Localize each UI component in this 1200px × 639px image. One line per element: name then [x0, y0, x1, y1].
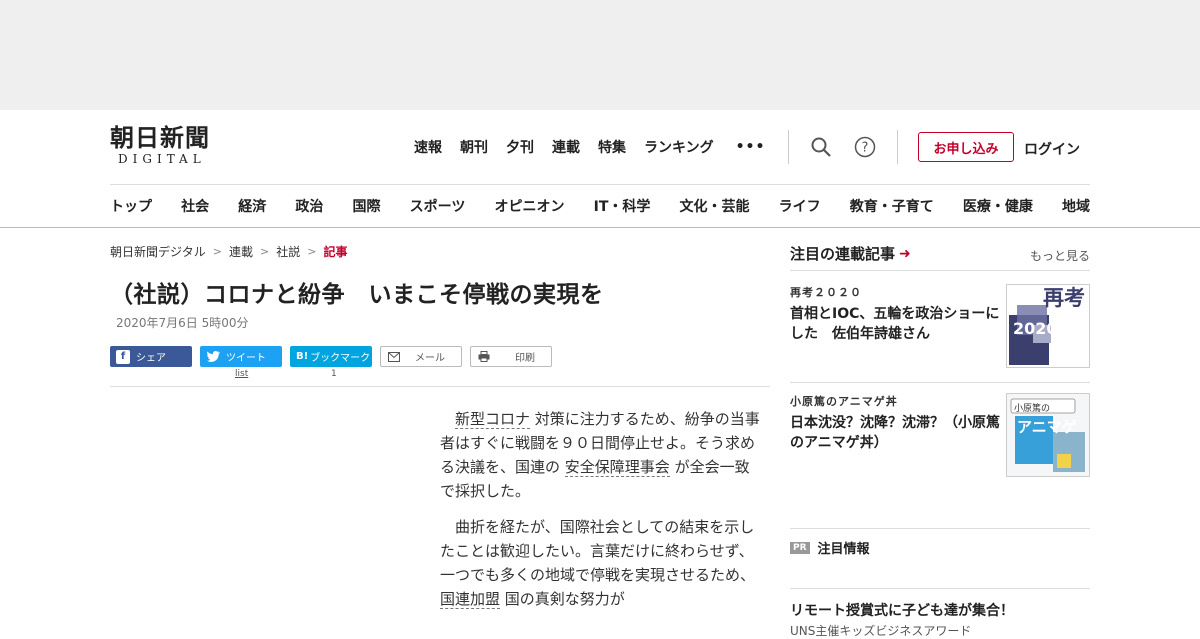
category-education[interactable]: 教育・子育て — [850, 196, 934, 216]
breadcrumb-home[interactable]: 朝日新聞デジタル — [110, 243, 206, 260]
subscribe-button[interactable]: お申し込み — [918, 132, 1014, 162]
envelope-icon — [387, 350, 401, 364]
breadcrumb-editorial[interactable]: 社説 — [276, 243, 300, 260]
breadcrumb: 朝日新聞デジタル > 連載 > 社説 > 記事 — [110, 243, 347, 260]
category-navigation: トップ 社会 経済 政治 国際 スポーツ オピニオン IT・科学 文化・芸能 ラ… — [110, 196, 1090, 216]
logo-japanese: 朝日新聞 — [110, 123, 210, 152]
sidebar-divider — [790, 528, 1090, 529]
category-international[interactable]: 国際 — [353, 196, 381, 216]
print-label: 印刷 — [515, 353, 535, 364]
category-society[interactable]: 社会 — [181, 196, 209, 216]
hatena-bookmark-button[interactable]: B! ブックマーク — [290, 346, 372, 367]
featured-series-header: 注目の連載記事 ➜ もっと見る — [790, 243, 1090, 271]
breadcrumb-series[interactable]: 連載 — [229, 243, 253, 260]
nav-divider — [110, 184, 1090, 185]
facebook-icon: f — [116, 349, 130, 364]
article-date: 2020年7月6日 5時00分 — [116, 316, 249, 330]
logo-english: DIGITAL — [118, 152, 206, 166]
keyword-link[interactable]: 新型コロナ — [455, 410, 531, 429]
pr-section-header: PR 注目情報 — [790, 538, 870, 557]
thumbnail-text: 再考 — [1043, 285, 1085, 310]
see-more-link[interactable]: もっと見る — [1030, 247, 1090, 264]
category-sports[interactable]: スポーツ — [410, 196, 466, 216]
category-top[interactable]: トップ — [110, 196, 152, 216]
featured-article-card[interactable]: 再考２０２０ 首相とIOC、五輪を政治ショーにした 佐伯年詩雄さん 再考 202… — [790, 284, 1090, 368]
article-title: （社説）コロナと紛争 いまこそ停戦の実現を — [110, 282, 604, 308]
category-health[interactable]: 医療・健康 — [963, 196, 1033, 216]
article-divider — [110, 386, 770, 387]
featured-series-title[interactable]: 注目の連載記事 ➜ — [790, 243, 911, 264]
featured-article-title[interactable]: 首相とIOC、五輪を政治ショーにした 佐伯年詩雄さん — [790, 304, 1000, 344]
twitter-bird-icon — [206, 350, 220, 364]
top-navigation: 速報 朝刊 夕刊 連載 特集 ランキング ••• — [414, 136, 765, 158]
breadcrumb-separator: > — [260, 245, 270, 258]
featured-article-title[interactable]: 日本沈没？沈降？沈滞？（小原篤のアニマゲ丼） — [790, 413, 1000, 453]
topnav-ranking[interactable]: ランキング — [644, 137, 714, 157]
thumbnail-year: 2020 — [1013, 319, 1058, 338]
mail-share-button[interactable]: メール — [380, 346, 462, 367]
category-it-science[interactable]: IT・科学 — [594, 196, 651, 216]
mail-share-label: メール — [415, 353, 445, 364]
login-link[interactable]: ログイン — [1024, 139, 1080, 159]
more-menu-icon[interactable]: ••• — [736, 139, 766, 155]
breadcrumb-current: 記事 — [323, 245, 348, 259]
sidebar-divider — [790, 382, 1090, 383]
article-thumbnail[interactable]: 再考 2020 — [1006, 284, 1090, 368]
topnav-features[interactable]: 特集 — [598, 137, 626, 157]
topnav-breaking[interactable]: 速報 — [414, 137, 442, 157]
article-paragraph: 曲折を経たが、国際社会としての結束を示したことは歓迎したい。言葉だけに終わらせず… — [440, 515, 760, 611]
hatena-bookmark-icon: B! — [296, 351, 309, 362]
category-region[interactable]: 地域 — [1062, 196, 1090, 216]
article-thumbnail[interactable]: 小原篤の アニマゲ — [1006, 393, 1090, 477]
category-life[interactable]: ライフ — [779, 196, 821, 216]
category-opinion[interactable]: オピニオン — [494, 196, 564, 216]
paragraph-text: 国の真剣な努力が — [500, 590, 625, 608]
breadcrumb-separator: > — [212, 245, 222, 258]
topnav-series[interactable]: 連載 — [552, 137, 580, 157]
ad-banner-area — [0, 0, 1200, 110]
pr-article-subtitle: UNS主催キッズビジネスアワード — [790, 624, 972, 638]
asahi-digital-logo[interactable]: 朝日新聞 DIGITAL — [110, 124, 240, 170]
twitter-count[interactable]: list — [235, 369, 248, 379]
keyword-link[interactable]: 安全保障理事会 — [564, 458, 670, 477]
category-politics[interactable]: 政治 — [295, 196, 323, 216]
help-icon[interactable]: ? — [854, 136, 876, 158]
paragraph-text: 曲折を経たが、国際社会としての結束を示したことは歓迎したい。言葉だけに終わらせず… — [440, 518, 756, 584]
featured-article-card[interactable]: 小原篤のアニマゲ丼 日本沈没？沈降？沈滞？（小原篤のアニマゲ丼） 小原篤の アニ… — [790, 393, 1090, 477]
topnav-evening[interactable]: 夕刊 — [506, 137, 534, 157]
pr-badge: PR — [790, 541, 810, 554]
twitter-share-label: ツイート — [226, 353, 266, 364]
featured-series-title-text: 注目の連載記事 — [790, 245, 896, 263]
keyword-link[interactable]: 国連加盟 — [440, 590, 501, 609]
svg-text:?: ? — [862, 141, 869, 156]
article-body: 新型コロナ 対策に注力するため、紛争の当事者はすぐに戦闘を９０日間停止せよ。そう… — [440, 407, 760, 623]
topnav-morning[interactable]: 朝刊 — [460, 137, 488, 157]
hatena-bookmark-label: ブックマーク — [310, 353, 371, 364]
sidebar-divider — [790, 588, 1090, 589]
hatena-count: 1 — [331, 369, 337, 379]
breadcrumb-separator: > — [307, 245, 317, 258]
twitter-share-button[interactable]: ツイート — [200, 346, 282, 367]
category-culture[interactable]: 文化・芸能 — [680, 196, 750, 216]
header-divider — [897, 130, 898, 164]
thumbnail-text: 小原篤の — [1014, 404, 1051, 414]
facebook-share-button[interactable]: f シェア — [110, 346, 192, 367]
arrow-right-icon: ➜ — [899, 245, 911, 262]
printer-icon — [477, 350, 491, 364]
thumbnail-title: アニマゲ — [1017, 418, 1077, 436]
header-divider — [788, 130, 789, 164]
pr-article-title[interactable]: リモート授賞式に子ども達が集合！ — [790, 600, 1014, 620]
category-economy[interactable]: 経済 — [238, 196, 266, 216]
article-paragraph: 新型コロナ 対策に注力するため、紛争の当事者はすぐに戦闘を９０日間停止せよ。そう… — [440, 407, 760, 503]
search-icon[interactable] — [810, 136, 832, 158]
facebook-share-label: シェア — [136, 353, 166, 364]
pr-heading: 注目情報 — [817, 542, 870, 557]
print-button[interactable]: 印刷 — [470, 346, 552, 367]
site-header: 朝日新聞 DIGITAL 速報 朝刊 夕刊 連載 特集 ランキング ••• ? … — [0, 110, 1200, 228]
